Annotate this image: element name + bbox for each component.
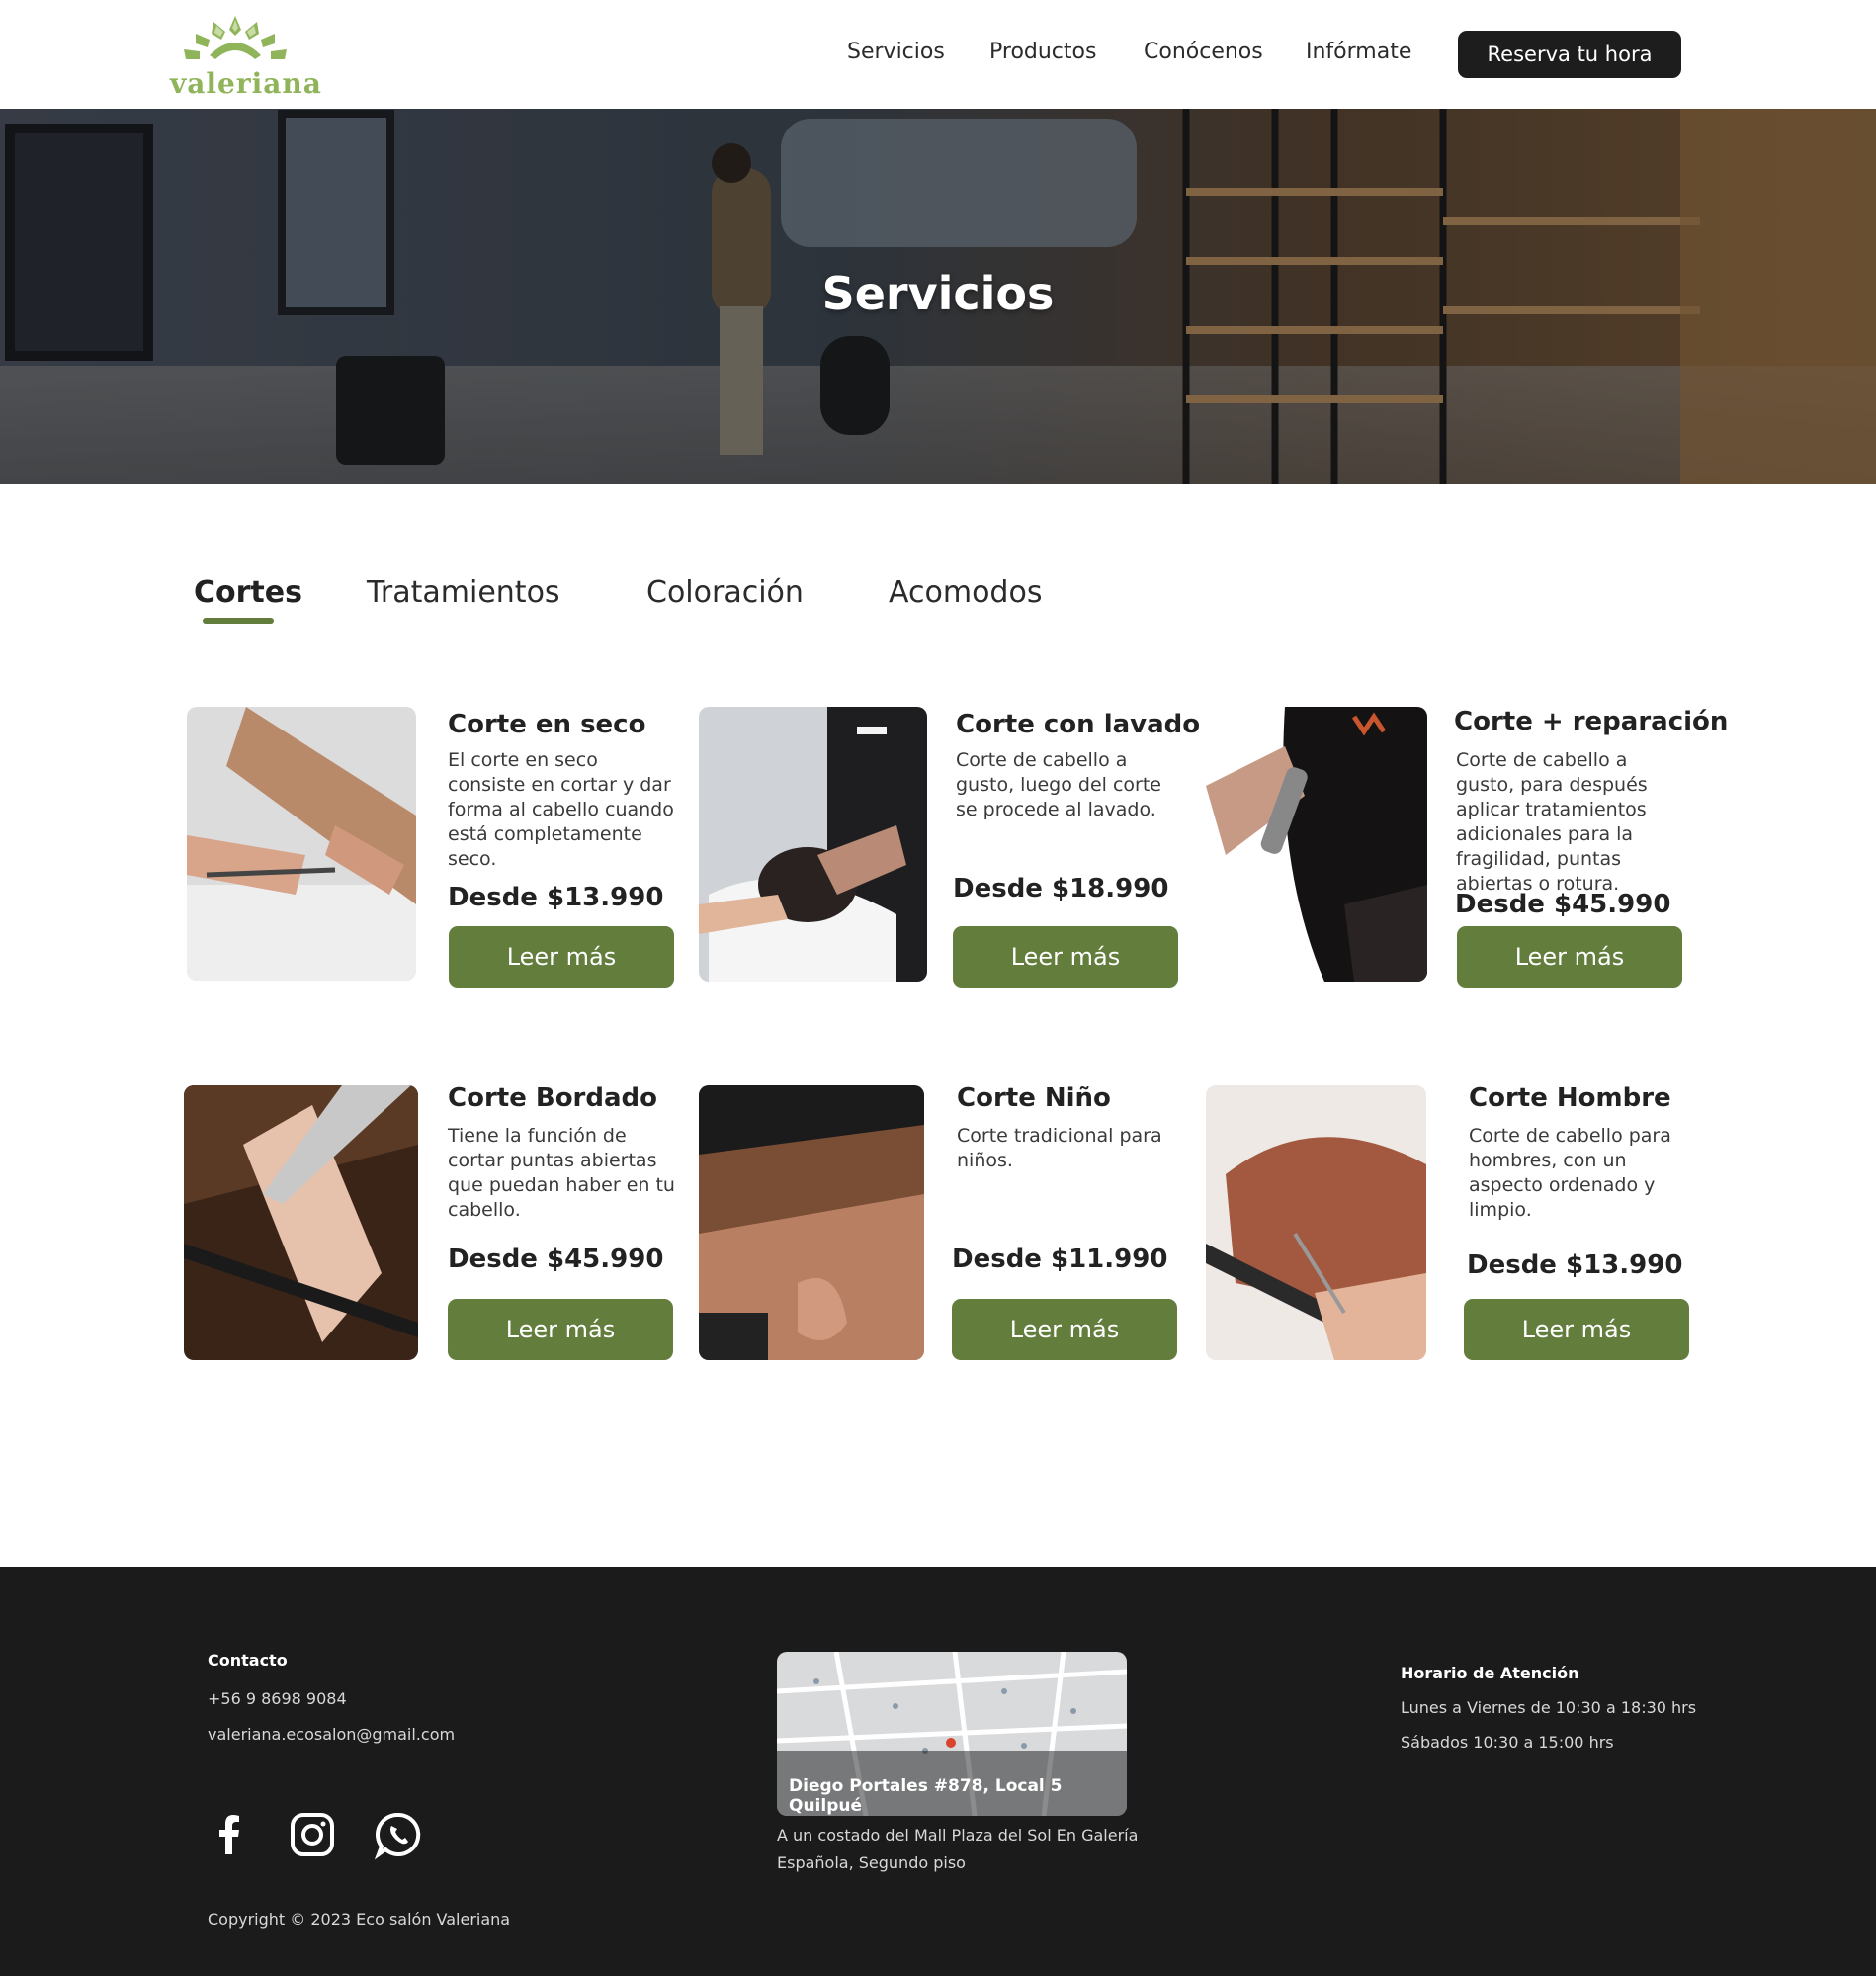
leer-mas-button[interactable]: Leer más <box>952 1299 1177 1360</box>
service-description: El corte en seco consiste en cortar y da… <box>448 749 674 870</box>
logo-text: valeriana <box>170 67 322 100</box>
site-header: valeriana Servicios Productos Conócenos … <box>0 0 1876 109</box>
service-description: Corte de cabello para hombres, con un as… <box>1469 1125 1671 1221</box>
service-description: Corte de cabello a gusto, para después a… <box>1456 749 1648 895</box>
location-map[interactable]: Diego Portales #878, Local 5 Quilpué <box>777 1652 1127 1816</box>
service-title: Corte Bordado <box>448 1083 658 1113</box>
hours-weekdays: Lunes a Viernes de 10:30 a 18:30 hrs <box>1401 1698 1697 1717</box>
nav-informate[interactable]: Infórmate <box>1306 40 1411 64</box>
service-price: Desde $11.990 <box>952 1245 1168 1274</box>
service-description: Tiene la función de cortar puntas abiert… <box>448 1125 675 1221</box>
nav-productos[interactable]: Productos <box>989 40 1096 64</box>
tab-cortes[interactable]: Cortes <box>194 575 302 610</box>
service-price: Desde $45.990 <box>1455 890 1671 919</box>
leer-mas-button[interactable]: Leer más <box>1457 926 1682 988</box>
service-image-corte-lavado <box>699 707 927 982</box>
service-price: Desde $13.990 <box>1467 1250 1683 1280</box>
active-tab-underline <box>203 618 274 624</box>
leer-mas-button[interactable]: Leer más <box>953 926 1178 988</box>
service-price: Desde $18.990 <box>953 874 1169 903</box>
instagram-icon[interactable] <box>287 1809 338 1860</box>
facebook-icon[interactable] <box>204 1809 255 1860</box>
leer-mas-button[interactable]: Leer más <box>448 1299 673 1360</box>
tab-acomodos[interactable]: Acomodos <box>889 575 1042 610</box>
service-title: Corte Niño <box>957 1083 1111 1113</box>
valeriana-logo[interactable]: valeriana <box>170 10 322 101</box>
site-footer: Contacto +56 9 8698 9084 valeriana.ecosa… <box>0 1567 1876 1976</box>
service-title: Corte + reparación <box>1454 707 1729 736</box>
hours-title: Horario de Atención <box>1401 1664 1579 1682</box>
whatsapp-icon[interactable] <box>373 1809 424 1860</box>
copyright: Copyright © 2023 Eco salón Valeriana <box>208 1910 511 1929</box>
nav-conocenos[interactable]: Conócenos <box>1144 40 1263 64</box>
service-price: Desde $13.990 <box>448 883 664 912</box>
hours-saturday: Sábados 10:30 a 15:00 hrs <box>1401 1733 1614 1752</box>
service-description: Corte de cabello a gusto, luego del cort… <box>956 749 1161 820</box>
hero-banner: Servicios <box>0 109 1876 484</box>
address-note-line1: A un costado del Mall Plaza del Sol En G… <box>777 1826 1139 1845</box>
leer-mas-button[interactable]: Leer más <box>449 926 674 988</box>
service-title: Corte en seco <box>448 710 646 739</box>
contact-phone[interactable]: +56 9 8698 9084 <box>208 1689 347 1708</box>
service-image-corte-nino <box>699 1085 924 1360</box>
contact-title: Contacto <box>208 1651 288 1670</box>
tab-tratamientos[interactable]: Tratamientos <box>367 575 560 610</box>
service-price: Desde $45.990 <box>448 1245 664 1274</box>
hero-title: Servicios <box>821 267 1055 320</box>
leer-mas-button[interactable]: Leer más <box>1464 1299 1689 1360</box>
reserva-button[interactable]: Reserva tu hora <box>1458 31 1681 78</box>
nav-servicios[interactable]: Servicios <box>847 40 945 64</box>
service-description: Corte tradicional para niños. <box>957 1125 1162 1171</box>
service-image-corte-bordado <box>184 1085 418 1360</box>
tab-coloracion[interactable]: Coloración <box>646 575 804 610</box>
service-title: Corte Hombre <box>1469 1083 1671 1113</box>
service-title: Corte con lavado <box>956 710 1201 739</box>
address-note-line2: Española, Segundo piso <box>777 1853 966 1872</box>
service-image-corte-reparacion <box>1206 707 1427 982</box>
service-image-corte-hombre <box>1206 1085 1426 1360</box>
map-address: Diego Portales #878, Local 5 Quilpué <box>789 1776 1063 1816</box>
service-image-corte-seco <box>187 707 416 981</box>
contact-email[interactable]: valeriana.ecosalon@gmail.com <box>208 1725 455 1744</box>
